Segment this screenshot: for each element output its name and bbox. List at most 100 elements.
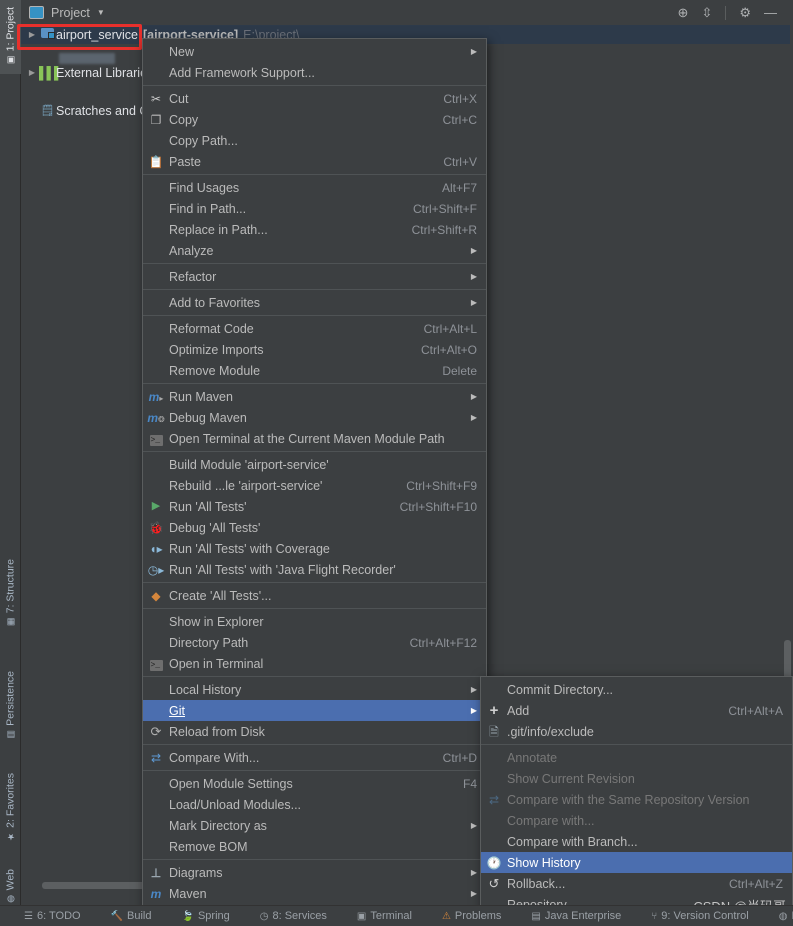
status-item-spring[interactable]: 🍃 Spring — [182, 910, 230, 922]
menu-item-directory-path[interactable]: Directory Path Ctrl+Alt+F12 — [143, 632, 486, 653]
menu-separator — [143, 770, 486, 771]
menu-item-run-all-tests-coverage[interactable]: ◖▸ Run 'All Tests' with Coverage — [143, 538, 486, 559]
menu-item-rollback[interactable]: ↺ Rollback... Ctrl+Alt+Z — [481, 873, 792, 894]
star-icon: ★ — [5, 830, 15, 841]
services-icon: ◷ — [259, 910, 269, 922]
project-icon: ▣ — [5, 54, 15, 65]
tool-window-strip: ▣ 1: Project ▦ 7: Structure ▤ Persistenc… — [0, 0, 21, 926]
collapse-all-icon[interactable]: ⇳ — [701, 6, 712, 19]
menu-item-analyze[interactable]: Analyze ▶ — [143, 240, 486, 261]
menu-item-commit-directory[interactable]: Commit Directory... — [481, 679, 792, 700]
todo-icon: ☰ — [24, 910, 33, 922]
menu-item-local-history[interactable]: Local History ▶ — [143, 679, 486, 700]
menu-item-rebuild-module[interactable]: Rebuild ...le 'airport-service' Ctrl+Shi… — [143, 475, 486, 496]
menu-item-maven[interactable]: m Maven ▶ — [143, 883, 486, 904]
menu-item-show-history[interactable]: 🕐 Show History — [481, 852, 792, 873]
menu-item-copy[interactable]: ❐ Copy Ctrl+C — [143, 109, 486, 130]
menu-item-build-module[interactable]: Build Module 'airport-service' — [143, 454, 486, 475]
sidebar-item-web[interactable]: ◍ Web — [0, 866, 21, 906]
status-item-build[interactable]: 🔨 Build — [111, 910, 152, 922]
status-item-services[interactable]: ◷ 8: Services — [260, 910, 327, 922]
menu-item-run-maven[interactable]: m▸ Run Maven ▶ — [143, 386, 486, 407]
vcs-icon: ⑂ — [651, 910, 658, 922]
menu-item-debug-all-tests[interactable]: 🐞 Debug 'All Tests' — [143, 517, 486, 538]
menu-separator — [143, 315, 486, 316]
sidebar-item-label: 7: Structure — [4, 559, 17, 614]
menu-separator — [143, 859, 486, 860]
menu-separator — [143, 582, 486, 583]
menu-item-find-usages[interactable]: Find Usages Alt+F7 — [143, 177, 486, 198]
sidebar-item-label: 2: Favorites — [4, 773, 17, 828]
sidebar-item-structure[interactable]: ▦ 7: Structure — [0, 556, 21, 629]
menu-separator — [143, 289, 486, 290]
menu-item-replace-in-path[interactable]: Replace in Path... Ctrl+Shift+R — [143, 219, 486, 240]
menu-item-cut[interactable]: ✂ Cut Ctrl+X — [143, 88, 486, 109]
diagram-icon: ⊥ — [150, 865, 162, 880]
menu-item-git-exclude[interactable]: 🗎 .git/info/exclude — [481, 721, 792, 742]
java-ee-icon: ▤ — [531, 910, 541, 922]
status-item-problems[interactable]: ⚠ Problems — [442, 910, 501, 922]
sidebar-item-label: 1: Project — [4, 7, 17, 52]
menu-item-diagrams[interactable]: ⊥ Diagrams ▶ — [143, 862, 486, 883]
status-item-java-enterprise[interactable]: ▤ Java Enterprise — [531, 910, 621, 922]
menu-item-find-in-path[interactable]: Find in Path... Ctrl+Shift+F — [143, 198, 486, 219]
menu-item-run-all-tests-jfr[interactable]: ◷▸ Run 'All Tests' with 'Java Flight Rec… — [143, 559, 486, 580]
status-item-version-control[interactable]: ⑂ 9: Version Control — [651, 910, 748, 922]
context-submenu-git[interactable]: Commit Directory... + Add Ctrl+Alt+A 🗎 .… — [480, 676, 793, 918]
scratches-icon: 🗒 — [40, 105, 55, 117]
submenu-arrow-icon: ▶ — [470, 867, 477, 877]
menu-item-remove-bom[interactable]: Remove BOM — [143, 836, 486, 857]
menu-item-paste[interactable]: 📋 Paste Ctrl+V — [143, 151, 486, 172]
menu-item-create-all-tests[interactable]: ◆ Create 'All Tests'... — [143, 585, 486, 606]
menu-item-refactor[interactable]: Refactor ▶ — [143, 266, 486, 287]
menu-separator — [143, 451, 486, 452]
locate-icon[interactable]: ⊕ — [678, 6, 689, 19]
menu-item-load-unload-modules[interactable]: Load/Unload Modules... — [143, 794, 486, 815]
menu-item-copy-path[interactable]: Copy Path... — [143, 130, 486, 151]
menu-item-reformat-code[interactable]: Reformat Code Ctrl+Alt+L — [143, 318, 486, 339]
project-icon — [29, 6, 44, 19]
maven-debug-icon: m❂ — [147, 410, 165, 425]
chevron-down-icon[interactable]: ▼ — [97, 8, 105, 17]
minimize-icon[interactable]: — — [764, 6, 777, 19]
menu-item-run-all-tests[interactable]: ▶ Run 'All Tests' Ctrl+Shift+F10 — [143, 496, 486, 517]
build-icon: 🔨 — [110, 910, 124, 922]
context-menu-module[interactable]: New ▶ Add Framework Support... ✂ Cut Ctr… — [142, 38, 487, 926]
menu-separator — [481, 744, 792, 745]
flight-recorder-icon: ◷▸ — [147, 562, 165, 577]
compare-icon: ⇄ — [150, 750, 162, 765]
status-item-terminal[interactable]: ▣ Terminal — [357, 910, 412, 922]
menu-item-compare-with-branch[interactable]: Compare with Branch... — [481, 831, 792, 852]
submenu-arrow-icon: ▶ — [470, 271, 477, 281]
menu-item-optimize-imports[interactable]: Optimize Imports Ctrl+Alt+O — [143, 339, 486, 360]
expand-arrow-icon[interactable]: ▶ — [25, 68, 39, 77]
submenu-arrow-icon: ▶ — [470, 46, 477, 56]
sidebar-item-persistence[interactable]: ▤ Persistence — [0, 668, 21, 742]
sidebar-item-favorites[interactable]: ★ 2: Favorites — [0, 770, 21, 844]
menu-item-compare-with[interactable]: ⇄ Compare With... Ctrl+D — [143, 747, 486, 768]
menu-item-debug-maven[interactable]: m❂ Debug Maven ▶ — [143, 407, 486, 428]
scissors-icon: ✂ — [150, 91, 162, 106]
menu-item-open-in-terminal[interactable]: >_ Open in Terminal — [143, 653, 486, 674]
menu-item-mark-directory-as[interactable]: Mark Directory as ▶ — [143, 815, 486, 836]
endpoints-icon: ◍ — [778, 910, 788, 922]
menu-item-add-to-favorites[interactable]: Add to Favorites ▶ — [143, 292, 486, 313]
menu-item-remove-module[interactable]: Remove Module Delete — [143, 360, 486, 381]
status-item-endpoints[interactable]: ◍ Endpoints — [779, 910, 793, 922]
menu-item-compare-with: Compare with... — [507, 813, 595, 828]
gear-icon[interactable]: ⚙ — [739, 6, 751, 19]
sidebar-item-project[interactable]: ▣ 1: Project — [0, 4, 21, 67]
menu-item-show-in-explorer[interactable]: Show in Explorer — [143, 611, 486, 632]
menu-item-open-terminal-maven-path[interactable]: >_ Open Terminal at the Current Maven Mo… — [143, 428, 486, 449]
run-icon: ▶ — [151, 500, 161, 512]
menu-item-open-module-settings[interactable]: Open Module Settings F4 — [143, 773, 486, 794]
compare-icon: ⇄ — [488, 792, 500, 807]
menu-item-new[interactable]: New ▶ — [143, 41, 486, 62]
expand-arrow-icon[interactable]: ▶ — [25, 30, 39, 39]
menu-item-git[interactable]: Git ▶ — [143, 700, 486, 721]
menu-item-add-framework-support[interactable]: Add Framework Support... — [143, 62, 486, 83]
menu-item-git-add[interactable]: + Add Ctrl+Alt+A — [481, 700, 792, 721]
submenu-arrow-icon: ▶ — [470, 705, 477, 715]
status-item-todo[interactable]: ☰ 6: TODO — [24, 910, 81, 922]
menu-item-reload-from-disk[interactable]: ⟳ Reload from Disk — [143, 721, 486, 742]
